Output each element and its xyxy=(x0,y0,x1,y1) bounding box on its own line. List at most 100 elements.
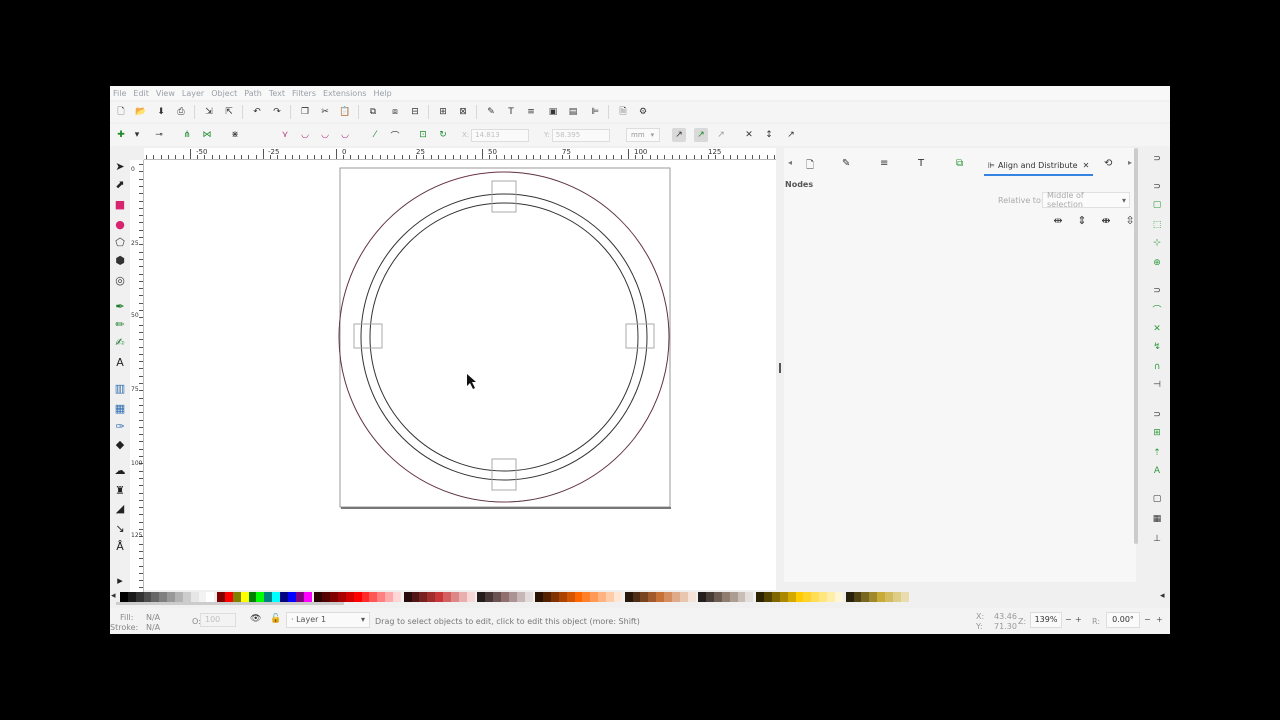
color-swatch[interactable] xyxy=(198,592,207,602)
gradient-tool-icon[interactable]: ▥ xyxy=(112,380,128,396)
color-swatch[interactable] xyxy=(508,592,517,602)
expand-tools-icon[interactable]: ▸ xyxy=(112,572,128,588)
color-swatch[interactable] xyxy=(345,592,354,602)
tab-align-distribute[interactable]: ⊫ Align and Distribute ✕ xyxy=(984,156,1094,176)
align-nodes-horizontal-icon[interactable]: ⇹ xyxy=(1050,212,1066,228)
tabs-scroll-right-icon[interactable]: ▸ xyxy=(1128,158,1132,167)
snap-bbox-corner-icon[interactable]: ⬚ xyxy=(1150,218,1164,232)
color-swatch[interactable] xyxy=(353,592,362,602)
snap-guide-icon[interactable]: ⊥ xyxy=(1150,532,1164,546)
save-icon[interactable]: ⬇ xyxy=(154,105,168,119)
snap-text-baseline-icon[interactable]: A xyxy=(1150,464,1164,478)
color-swatch[interactable] xyxy=(190,592,199,602)
redo-icon[interactable]: ↷ xyxy=(270,105,284,119)
color-swatch[interactable] xyxy=(624,592,633,602)
snap-midpoint-icon[interactable]: ⊣ xyxy=(1150,378,1164,392)
snap-intersection-icon[interactable]: ✕ xyxy=(1150,322,1164,336)
dropper-tool-icon[interactable]: ✑ xyxy=(112,418,128,434)
open-icon[interactable]: 📂 xyxy=(134,105,148,119)
document-props-icon[interactable]: 🗎 xyxy=(616,105,630,119)
color-swatch[interactable] xyxy=(295,592,304,602)
color-swatch[interactable] xyxy=(427,592,436,602)
import-icon[interactable]: ⇲ xyxy=(202,105,216,119)
menu-extensions[interactable]: Extensions xyxy=(323,89,366,98)
delete-segment-icon[interactable]: ⋇ xyxy=(228,128,242,142)
lock-icon[interactable]: 🔓 xyxy=(270,614,281,624)
color-swatch[interactable] xyxy=(337,592,346,602)
close-icon[interactable]: ✕ xyxy=(1083,161,1090,170)
color-swatch[interactable] xyxy=(174,592,183,602)
clone-icon[interactable]: ⧈ xyxy=(388,105,402,119)
menu-view[interactable]: View xyxy=(156,89,175,98)
rotate-minus-icon[interactable]: − xyxy=(1144,615,1151,624)
color-swatch[interactable] xyxy=(861,592,870,602)
cut-icon[interactable]: ✂ xyxy=(318,105,332,119)
snap-path-icon[interactable]: ⌒ xyxy=(1150,302,1164,316)
color-swatch[interactable] xyxy=(819,592,828,602)
color-swatch[interactable] xyxy=(574,592,583,602)
color-swatch[interactable] xyxy=(167,592,176,602)
color-swatch[interactable] xyxy=(280,592,289,602)
color-swatch[interactable] xyxy=(869,592,878,602)
next-path-effect-icon[interactable]: ↗ xyxy=(784,128,798,142)
menu-text[interactable]: Text xyxy=(269,89,285,98)
color-swatch[interactable] xyxy=(803,592,812,602)
group-icon[interactable]: ⊞ xyxy=(436,105,450,119)
color-swatch[interactable] xyxy=(443,592,452,602)
menu-edit[interactable]: Edit xyxy=(133,89,149,98)
color-swatch[interactable] xyxy=(566,592,575,602)
color-swatch[interactable] xyxy=(182,592,191,602)
color-swatch[interactable] xyxy=(656,592,665,602)
menu-path[interactable]: Path xyxy=(244,89,262,98)
snap-others-icon[interactable]: ⊃ xyxy=(1150,408,1164,422)
text-tab-icon[interactable]: T xyxy=(918,158,924,169)
snap-nodes-icon[interactable]: ⊃ xyxy=(1150,284,1164,298)
layer-select[interactable]: · Layer 1 ▾ xyxy=(286,612,370,628)
color-swatch[interactable] xyxy=(687,592,696,602)
color-swatch[interactable] xyxy=(551,592,560,602)
color-swatch[interactable] xyxy=(485,592,494,602)
object-to-path-icon[interactable]: ⊡ xyxy=(416,128,430,142)
color-swatch[interactable] xyxy=(884,592,893,602)
join-nodes-icon[interactable]: ⊸ xyxy=(152,128,166,142)
relative-to-select[interactable]: Middle of selection ▾ xyxy=(1042,191,1130,209)
color-swatch[interactable] xyxy=(330,592,339,602)
color-swatch[interactable] xyxy=(466,592,475,602)
color-swatch[interactable] xyxy=(287,592,296,602)
color-swatch[interactable] xyxy=(361,592,370,602)
layers-icon[interactable]: ≡ xyxy=(524,105,538,119)
symmetric-node-icon[interactable]: ◡ xyxy=(318,128,332,142)
palette-scroll-left-icon[interactable]: ◂ xyxy=(111,591,116,601)
horizontal-ruler[interactable]: -50 -25 0 25 50 75 100 125 xyxy=(144,148,776,160)
color-swatch[interactable] xyxy=(679,592,688,602)
color-swatch[interactable] xyxy=(845,592,854,602)
color-swatch[interactable] xyxy=(322,592,331,602)
star-tool-icon[interactable]: ⬠ xyxy=(112,234,128,250)
color-swatch[interactable] xyxy=(369,592,378,602)
color-swatch[interactable] xyxy=(558,592,567,602)
snap-bbox-icon[interactable]: ⊃ xyxy=(1150,180,1164,194)
print-icon[interactable]: ⎙ xyxy=(174,105,188,119)
3dbox-tool-icon[interactable]: ⬢ xyxy=(112,252,128,268)
color-swatch[interactable] xyxy=(493,592,502,602)
color-swatch[interactable] xyxy=(772,592,781,602)
paint-bucket-tool-icon[interactable]: ◆ xyxy=(112,436,128,452)
xml-tab-icon[interactable]: ✎ xyxy=(842,158,850,169)
color-swatch[interactable] xyxy=(543,592,552,602)
snap-toggle-icon[interactable]: ⊃ xyxy=(1150,152,1164,166)
color-swatch[interactable] xyxy=(135,592,144,602)
show-transform-handles-icon[interactable]: ✕ xyxy=(742,128,756,142)
color-swatch[interactable] xyxy=(151,592,160,602)
selectors-icon[interactable]: ▤ xyxy=(566,105,580,119)
selector-tool-icon[interactable]: ➤ xyxy=(112,158,128,174)
align-nodes-vertical-icon[interactable]: ⇕ xyxy=(1074,212,1090,228)
color-swatch[interactable] xyxy=(419,592,428,602)
spiral-tool-icon[interactable]: ◎ xyxy=(112,272,128,288)
color-swatch[interactable] xyxy=(737,592,746,602)
preferences-icon[interactable]: ⚙ xyxy=(636,105,650,119)
ungroup-icon[interactable]: ⊠ xyxy=(456,105,470,119)
color-swatch[interactable] xyxy=(143,592,152,602)
calligraphy-tool-icon[interactable]: ✍ xyxy=(112,334,128,350)
color-swatch[interactable] xyxy=(779,592,788,602)
unit-select[interactable]: mm ▾ xyxy=(626,128,660,142)
